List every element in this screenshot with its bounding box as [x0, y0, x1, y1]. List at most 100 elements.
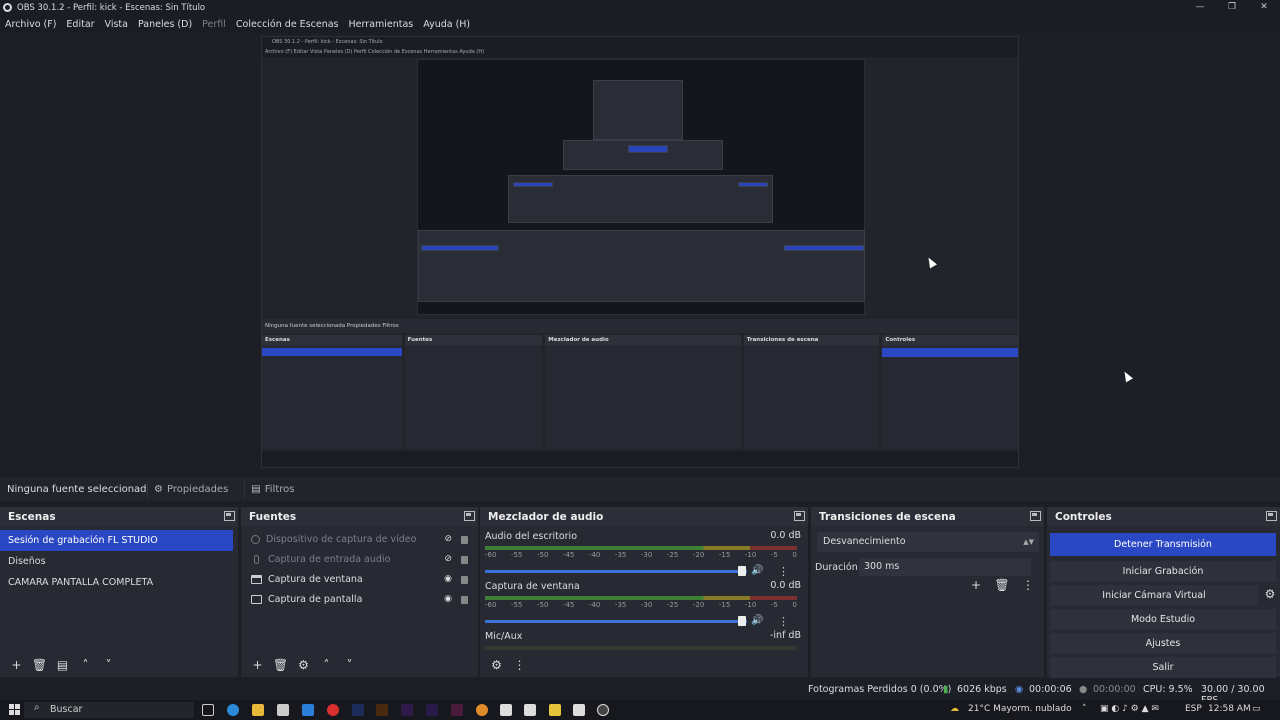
move-down-icon[interactable]: ˅	[338, 658, 361, 672]
title-bar: OBS 30.1.2 - Perfil: kick - Escenas: Sin…	[0, 0, 1280, 15]
scenes-dock: Escenas Sesión de grabación FL STUDIO Di…	[0, 507, 238, 677]
filters-button[interactable]: ▤ Filtros	[244, 480, 300, 498]
undock-icon[interactable]	[224, 511, 235, 521]
close-button[interactable]: ✕	[1248, 0, 1280, 15]
gear-icon[interactable]: ⚙	[485, 658, 508, 672]
trash-icon[interactable]: 🗑	[269, 658, 292, 672]
mixer-channel: Mic/Aux -inf dB	[480, 630, 808, 654]
scene-item[interactable]: Diseños	[0, 551, 238, 572]
eye-hidden-icon[interactable]: ⊘	[444, 534, 452, 544]
notification-icon[interactable]: ▭	[1252, 704, 1261, 714]
undock-icon[interactable]	[794, 511, 805, 521]
lock-icon[interactable]	[461, 576, 468, 584]
menu-herramientas[interactable]: Herramientas	[349, 19, 414, 30]
gear-icon[interactable]: ⚙	[292, 658, 315, 672]
app-icon[interactable]	[277, 704, 289, 716]
clock[interactable]: 12:58 AM	[1208, 704, 1251, 714]
source-item[interactable]: Captura de entrada audio ⊘	[241, 549, 478, 569]
move-up-icon[interactable]: ˄	[74, 658, 97, 672]
illustrator-icon[interactable]	[376, 704, 388, 716]
start-recording-button[interactable]: Iniciar Grabación	[1050, 561, 1276, 582]
menu-vista[interactable]: Vista	[105, 19, 128, 30]
menu-perfil[interactable]: Perfil	[202, 19, 226, 30]
record-icon: ●	[1079, 684, 1088, 695]
meter-tick-label: -60	[485, 551, 497, 559]
source-item[interactable]: Captura de ventana ◉	[241, 569, 478, 589]
maximize-button[interactable]: ❐	[1216, 0, 1248, 15]
obs-taskbar-icon[interactable]	[597, 704, 609, 716]
menu-paneles[interactable]: Paneles (D)	[138, 19, 192, 30]
edge-icon[interactable]	[227, 704, 239, 716]
undock-icon[interactable]	[1266, 511, 1277, 521]
source-toolbar: Ninguna fuente seleccionad ⚙ Propiedades…	[0, 477, 1280, 501]
menu-coleccion-escenas[interactable]: Colección de Escenas	[236, 19, 339, 30]
filter-icon[interactable]: ▤	[51, 658, 74, 672]
more-options-icon[interactable]: ⋮	[508, 658, 531, 672]
settings-button[interactable]: Ajustes	[1050, 633, 1276, 654]
more-options-icon[interactable]: ⋮	[778, 565, 789, 578]
menu-ayuda[interactable]: Ayuda (H)	[423, 19, 470, 30]
more-options-icon[interactable]: ⋮	[778, 615, 789, 628]
app-icon[interactable]	[549, 704, 561, 716]
menu-editar[interactable]: Editar	[66, 19, 94, 30]
stop-stream-button[interactable]: Detener Transmisión	[1050, 533, 1276, 556]
properties-button[interactable]: ⚙ Propiedades	[147, 480, 234, 498]
volume-slider-handle[interactable]	[738, 616, 746, 626]
opera-icon[interactable]	[327, 704, 339, 716]
task-view-icon[interactable]	[202, 704, 214, 716]
windows-start-icon[interactable]	[9, 704, 20, 715]
after-effects-icon[interactable]	[426, 704, 438, 716]
tray-icons[interactable]: ▣ ◐ ♪ ⚙ ▲ ✉	[1100, 704, 1159, 714]
gear-icon[interactable]: ⚙	[1260, 587, 1280, 601]
menu-archivo[interactable]: Archivo (F)	[5, 19, 56, 30]
eye-icon[interactable]: ◉	[444, 574, 452, 584]
trash-icon[interactable]: 🗑	[992, 577, 1012, 593]
app-icon[interactable]	[524, 704, 536, 716]
scene-item[interactable]: CAMARA PANTALLA COMPLETA	[0, 572, 238, 593]
undock-icon[interactable]	[464, 511, 475, 521]
trash-icon[interactable]: 🗑	[28, 658, 51, 672]
add-scene-icon[interactable]: +	[5, 658, 28, 672]
weather-text[interactable]: 21°C Mayorm. nublado	[968, 704, 1072, 714]
xd-icon[interactable]	[451, 704, 463, 716]
move-down-icon[interactable]: ˅	[97, 658, 120, 672]
undock-icon[interactable]	[1030, 511, 1041, 521]
studio-mode-button[interactable]: Modo Estudio	[1050, 609, 1276, 630]
fl-studio-icon[interactable]	[476, 704, 488, 716]
eye-hidden-icon[interactable]: ⊘	[444, 554, 452, 564]
minimize-button[interactable]: —	[1184, 0, 1216, 15]
chevron-up-icon[interactable]: ˄	[1082, 704, 1087, 714]
speaker-icon[interactable]: 🔊	[751, 565, 763, 576]
app-icon[interactable]	[500, 704, 512, 716]
exit-button[interactable]: Salir	[1050, 657, 1276, 678]
eye-icon[interactable]: ◉	[444, 594, 452, 604]
add-transition-icon[interactable]: +	[966, 577, 986, 593]
volume-slider[interactable]	[485, 620, 747, 623]
more-options-icon[interactable]: ⋮	[1018, 577, 1038, 593]
app-icon[interactable]	[573, 704, 585, 716]
lock-icon[interactable]	[461, 596, 468, 604]
premiere-icon[interactable]	[401, 704, 413, 716]
transition-select[interactable]: Desvanecimiento ▲▼	[817, 532, 1039, 552]
volume-slider-handle[interactable]	[738, 566, 746, 576]
scene-item[interactable]: Sesión de grabación FL STUDIO	[0, 530, 233, 551]
folder-icon[interactable]	[252, 704, 264, 716]
record-time: 00:00:00	[1093, 684, 1136, 695]
preview-canvas[interactable]: OBS 30.1.2 - Perfil: kick - Escenas: Sin…	[0, 33, 1280, 472]
duration-input[interactable]: 300 ms	[859, 558, 1031, 576]
store-icon[interactable]	[302, 704, 314, 716]
language-indicator[interactable]: ESP	[1185, 704, 1202, 714]
add-source-icon[interactable]: +	[246, 658, 269, 672]
photoshop-icon[interactable]	[352, 704, 364, 716]
move-up-icon[interactable]: ˄	[315, 658, 338, 672]
source-item[interactable]: Captura de pantalla ◉	[241, 589, 478, 609]
taskbar-search[interactable]: Buscar	[24, 702, 194, 718]
source-item[interactable]: Dispositivo de captura de vídeo ⊘	[241, 529, 478, 549]
volume-slider[interactable]	[485, 570, 747, 573]
start-virtual-camera-button[interactable]: Iniciar Cámara Virtual	[1050, 585, 1258, 606]
meter-tick-label: -50	[536, 551, 549, 559]
meter-tick-label: -50	[536, 601, 549, 609]
lock-icon[interactable]	[461, 536, 468, 544]
lock-icon[interactable]	[461, 556, 468, 564]
speaker-icon[interactable]: 🔊	[751, 615, 763, 626]
